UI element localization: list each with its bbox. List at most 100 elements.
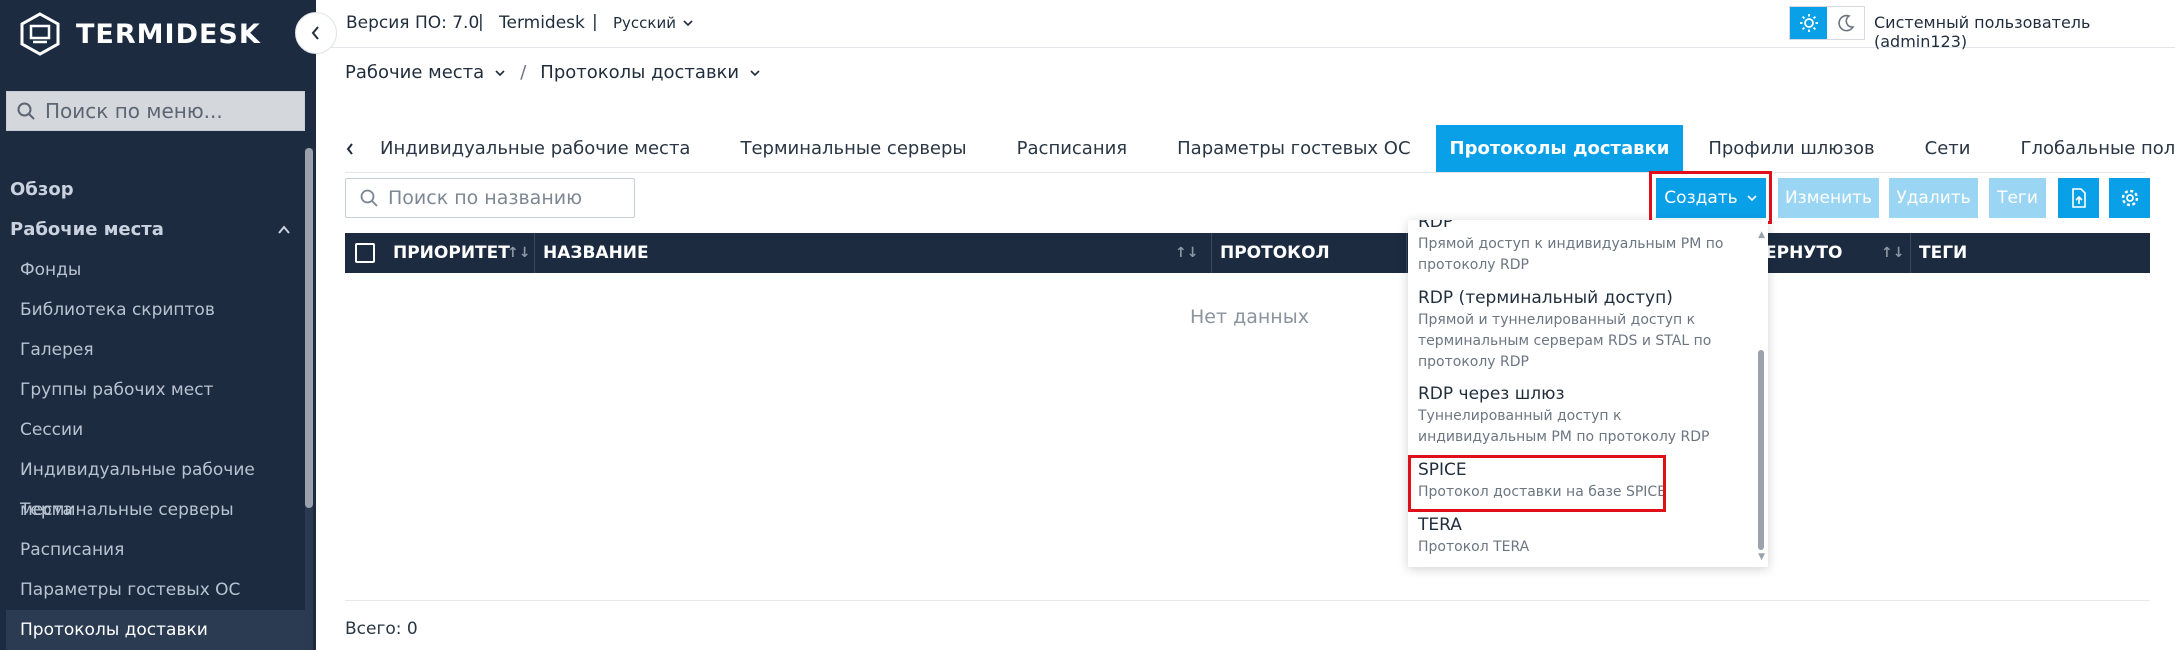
sidebar-item-workplace-groups[interactable]: Группы рабочих мест	[0, 370, 305, 410]
tab-terminal-servers[interactable]: Терминальные серверы	[715, 125, 991, 172]
sort-icon[interactable]: ↑↓	[1881, 233, 1904, 273]
dropdown-item-title: RDP	[1418, 220, 1454, 232]
chevron-down-icon[interactable]	[749, 68, 761, 78]
dropdown-item-description: Прямой и туннелированный доступ к термин…	[1418, 312, 1712, 370]
dropdown-item-title: RDP (терминальный доступ)	[1418, 288, 1673, 308]
light-theme-button[interactable]	[1790, 7, 1827, 39]
tabs-scroll-left-button[interactable]	[345, 125, 355, 172]
name-search-placeholder: Поиск по названию	[388, 187, 583, 209]
sun-icon	[1799, 14, 1818, 32]
menu-search-placeholder: Поиск по меню...	[45, 99, 223, 123]
app-name: Termidesk	[499, 13, 585, 33]
sidebar-item-schedules[interactable]: Расписания	[0, 530, 305, 570]
theme-toggle[interactable]	[1789, 6, 1865, 40]
sidebar-nav: Обзор Рабочие места Фонды Библиотека скр…	[0, 170, 305, 650]
chevron-left-icon	[346, 142, 353, 155]
name-search-input[interactable]: Поиск по названию	[345, 178, 635, 218]
sidebar-item-pools[interactable]: Фонды	[0, 250, 305, 290]
column-name[interactable]: НАЗВАНИЕ ↑↓	[535, 233, 1212, 273]
sidebar-item-overview[interactable]: Обзор	[0, 170, 305, 210]
menu-search-input[interactable]: Поиск по меню...	[6, 91, 305, 131]
sidebar-section-label: Рабочие места	[10, 219, 164, 240]
edit-button[interactable]: Изменить	[1778, 178, 1879, 218]
sidebar-item-gallery[interactable]: Галерея	[0, 330, 305, 370]
scroll-up-arrow-icon[interactable]: ▲	[1758, 230, 1765, 240]
search-icon	[17, 102, 35, 120]
logo[interactable]: TERMIDESK	[18, 8, 261, 60]
sidebar-item-delivery-protocols[interactable]: Протоколы доставки	[6, 610, 305, 650]
language-select[interactable]: Русский	[613, 14, 694, 32]
collapse-sidebar-button[interactable]	[295, 12, 337, 54]
breadcrumb-delivery-protocols[interactable]: Протоколы доставки	[540, 62, 739, 83]
delete-button[interactable]: Удалить	[1889, 178, 1978, 218]
divider: |	[592, 12, 598, 32]
table-header: ПРИОРИТЕТ ↑↓ НАЗВАНИЕ ↑↓ ПРОТОКОЛ ЕРНУТО…	[345, 233, 2150, 273]
tab-gateway-profiles[interactable]: Профили шлюзов	[1683, 125, 1899, 172]
tab-networks[interactable]: Сети	[1900, 125, 1996, 172]
scroll-down-arrow-icon[interactable]: ▼	[1758, 552, 1765, 562]
dropdown-item-rdp-terminal[interactable]: RDP (терминальный доступ) Прямой и тунне…	[1418, 286, 1748, 373]
column-collapsed[interactable]: ЕРНУТО ↑↓	[1757, 233, 1911, 273]
column-protocol[interactable]: ПРОТОКОЛ	[1212, 233, 1407, 273]
dropdown-item-title: RDP через шлюз	[1418, 384, 1565, 404]
sidebar-item-sessions[interactable]: Сессии	[0, 410, 305, 450]
tab-guest-os-params[interactable]: Параметры гостевых ОС	[1152, 125, 1435, 172]
breadcrumb-workplaces[interactable]: Рабочие места	[345, 62, 484, 83]
dropdown-item-description: Прямой доступ к индивидуальным РМ по про…	[1418, 236, 1724, 273]
breadcrumb-separator: /	[520, 62, 527, 83]
dropdown-scrollbar-thumb[interactable]	[1758, 350, 1764, 550]
sidebar-scrollbar-thumb[interactable]	[305, 148, 313, 508]
dropdown-item-rdp-gateway[interactable]: RDP через шлюз Туннелированный доступ к …	[1418, 382, 1748, 448]
column-priority-label: ПРИОРИТЕТ	[393, 243, 510, 263]
chevron-up-icon	[278, 225, 290, 234]
sidebar-item-individual-workplaces[interactable]: Индивидуальные рабочие места	[0, 450, 305, 520]
sidebar-item-script-library[interactable]: Библиотека скриптов	[0, 290, 305, 330]
empty-state-text: Нет данных	[1190, 306, 1309, 328]
sidebar-section-workplaces[interactable]: Рабочие места	[0, 210, 305, 250]
dark-theme-button[interactable]	[1827, 7, 1864, 39]
dropdown-item-description: Протокол TERA	[1418, 539, 1530, 555]
user-menu[interactable]: Системный пользователь (admin123)	[1874, 13, 2175, 51]
create-button[interactable]: Создать	[1656, 178, 1766, 218]
dropdown-item-title: TERA	[1418, 515, 1462, 535]
settings-button[interactable]	[2109, 178, 2150, 218]
export-file-icon	[2071, 188, 2086, 208]
moon-icon	[1837, 14, 1855, 32]
divider: |	[478, 12, 484, 32]
column-tags-label: ТЕГИ	[1919, 243, 1968, 263]
tags-button[interactable]: Теги	[1989, 178, 2046, 218]
tab-individual-workplaces[interactable]: Индивидуальные рабочие места	[355, 125, 715, 172]
sort-icon[interactable]: ↑↓	[1175, 233, 1198, 273]
column-protocol-label: ПРОТОКОЛ	[1220, 243, 1330, 263]
tab-delivery-protocols[interactable]: Протоколы доставки	[1435, 125, 1684, 172]
column-collapsed-label: ЕРНУТО	[1765, 243, 1843, 263]
column-priority[interactable]: ПРИОРИТЕТ ↑↓	[345, 233, 535, 273]
dropdown-item-rdp[interactable]: RDP Прямой доступ к индивидуальным РМ по…	[1418, 220, 1748, 276]
gear-icon	[2121, 189, 2138, 207]
sidebar-scrollbar[interactable]	[305, 148, 313, 650]
sidebar-item-terminal-servers[interactable]: Терминальные серверы	[0, 490, 305, 530]
tab-global-policies[interactable]: Глобальные политики	[1995, 125, 2175, 172]
chevron-down-icon	[683, 20, 693, 27]
column-tags[interactable]: ТЕГИ	[1911, 233, 2150, 273]
language-label: Русский	[613, 14, 676, 32]
chevron-down-icon[interactable]	[494, 68, 506, 78]
chevron-down-icon	[1747, 195, 1757, 202]
chevron-left-icon	[311, 26, 319, 40]
export-button[interactable]	[2058, 178, 2099, 218]
version-text: Версия ПО: 7.0	[346, 13, 480, 33]
divider	[345, 600, 2150, 601]
search-icon	[360, 189, 378, 207]
create-button-label: Создать	[1664, 188, 1738, 208]
sidebar-item-guest-os-params[interactable]: Параметры гостевых ОС	[0, 570, 305, 610]
create-protocol-dropdown: RDP Прямой доступ к индивидуальным РМ по…	[1408, 220, 1768, 567]
sidebar: TERMIDESK Поиск по меню... Обзор Рабочие…	[0, 0, 316, 650]
tab-bar: Индивидуальные рабочие места Терминальны…	[345, 125, 2175, 173]
termidesk-logo-icon	[20, 12, 60, 56]
dropdown-item-tera[interactable]: TERA Протокол TERA	[1418, 513, 1529, 558]
total-count: Всего: 0	[345, 619, 418, 639]
sort-icon[interactable]: ↑↓	[507, 233, 530, 273]
tab-schedules[interactable]: Расписания	[992, 125, 1152, 172]
column-name-label: НАЗВАНИЕ	[543, 243, 649, 263]
top-bar: Версия ПО: 7.0 | Termidesk | Русский Сис…	[316, 0, 2175, 51]
